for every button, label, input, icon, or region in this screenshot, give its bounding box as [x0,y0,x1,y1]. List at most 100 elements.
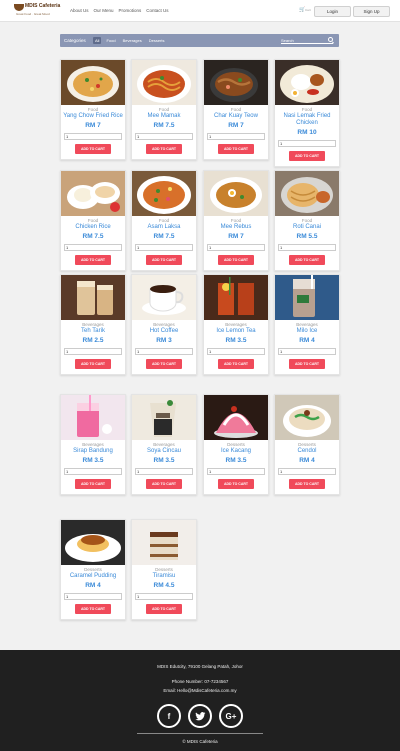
tab-beverages[interactable]: Beverages [121,37,144,44]
quantity-input[interactable] [64,348,122,355]
product-category: Desserts [227,442,245,447]
add-to-cart-button[interactable]: ADD TO CART [146,604,182,614]
quantity-input[interactable] [135,468,193,475]
add-to-cart-button[interactable]: ADD TO CART [146,479,182,489]
footer-email[interactable]: Email: Hello@MdisCafeteria.com.my [0,688,400,693]
product-image[interactable] [61,60,125,105]
quantity-input[interactable] [64,593,122,600]
product-name[interactable]: Sirap Bandung [61,448,125,455]
product-name[interactable]: Ice Lemon Tea [204,328,268,335]
product-image[interactable] [204,171,268,216]
search-icon[interactable] [328,37,333,42]
product-image[interactable] [275,395,339,440]
add-to-cart-button[interactable]: ADD TO CART [75,604,111,614]
product-name[interactable]: Yang Chow Fried Rice [61,113,125,120]
product-name[interactable]: Chicken Rice [61,224,125,231]
nav-promotions[interactable]: Promotions [119,8,142,13]
quantity-input[interactable] [135,593,193,600]
quantity-input[interactable] [207,348,265,355]
quantity-input[interactable] [278,468,336,475]
quantity-input[interactable] [207,133,265,140]
quantity-input[interactable] [64,133,122,140]
cart-label[interactable]: Cart [305,8,311,12]
product-card: BeveragesIce Lemon Tea RM 3.5 ADD TO CART [203,274,269,375]
add-to-cart-button[interactable]: ADD TO CART [218,479,254,489]
tab-desserts[interactable]: Desserts [147,37,167,44]
add-to-cart-button[interactable]: ADD TO CART [289,359,325,369]
product-image[interactable] [204,275,268,320]
product-image[interactable] [132,395,196,440]
product-image[interactable] [132,520,196,565]
twitter-icon[interactable] [188,704,212,728]
product-price: RM 7 [85,122,101,129]
add-to-cart-button[interactable]: ADD TO CART [289,255,325,265]
nav-contact-us[interactable]: Contact Us [146,8,168,13]
product-image[interactable] [61,171,125,216]
search-input[interactable] [281,37,333,44]
add-to-cart-button[interactable]: ADD TO CART [75,255,111,265]
add-to-cart-button[interactable]: ADD TO CART [75,359,111,369]
product-name[interactable]: Caramel Pudding [61,573,125,580]
product-image[interactable] [132,171,196,216]
logo[interactable]: MDIS Cafeteria Great Food · Great Mood [14,3,60,20]
product-price: RM 4.5 [153,582,175,589]
product-image[interactable] [275,171,339,216]
tab-all[interactable]: All [93,37,102,44]
quantity-input[interactable] [64,468,122,475]
add-to-cart-button[interactable]: ADD TO CART [218,255,254,265]
quantity-input[interactable] [207,468,265,475]
product-name[interactable]: Tiramisu [132,573,196,580]
product-name[interactable]: Nasi Lemak Fried Chicken [275,113,339,127]
product-image[interactable] [275,60,339,105]
product-name[interactable]: Soya Cincau [132,448,196,455]
login-button[interactable]: Login [314,6,351,17]
add-to-cart-button[interactable]: ADD TO CART [289,151,325,161]
product-image[interactable] [275,275,339,320]
quantity-input[interactable] [278,244,336,251]
tiramisu-image [132,520,196,565]
signup-button[interactable]: Sign Up [353,6,390,17]
add-to-cart-button[interactable]: ADD TO CART [146,144,182,154]
add-to-cart-button[interactable]: ADD TO CART [218,144,254,154]
add-to-cart-button[interactable]: ADD TO CART [289,479,325,489]
product-name[interactable]: Asam Laksa [132,224,196,231]
quantity-input[interactable] [207,244,265,251]
product-image[interactable] [132,275,196,320]
product-category: Food [301,107,313,112]
product-image[interactable] [132,60,196,105]
quantity-input[interactable] [135,133,193,140]
product-image[interactable] [61,395,125,440]
quantity-input[interactable] [278,140,336,147]
product-name[interactable]: Teh Tarik [61,328,125,335]
product-name[interactable]: Cendol [275,448,339,455]
product-name[interactable]: Mee Mamak [132,113,196,120]
add-to-cart-button[interactable]: ADD TO CART [218,359,254,369]
product-name[interactable]: Hot Coffee [132,328,196,335]
product-name[interactable]: Char Kuay Teow [204,113,268,120]
quantity-input[interactable] [64,244,122,251]
nav-about-us[interactable]: About Us [70,8,89,13]
product-image[interactable] [61,520,125,565]
product-image[interactable] [204,60,268,105]
product-name[interactable]: Ice Kacang [204,448,268,455]
add-to-cart-button[interactable]: ADD TO CART [146,359,182,369]
nav-our-menu[interactable]: Our Menu [94,8,114,13]
facebook-icon[interactable]: f [157,704,181,728]
tab-food[interactable]: Food [104,37,117,44]
google-plus-icon[interactable]: G+ [219,704,243,728]
product-card: FoodNasi Lemak Fried Chicken RM 10 ADD TO … [274,59,340,167]
add-to-cart-button[interactable]: ADD TO CART [75,479,111,489]
add-to-cart-button[interactable]: ADD TO CART [146,255,182,265]
product-image[interactable] [61,275,125,320]
product-price: RM 7 [228,233,244,240]
product-card: FoodMee Rebus RM 7 ADD TO CART [203,170,269,271]
add-to-cart-button[interactable]: ADD TO CART [75,144,111,154]
product-name[interactable]: Milo Ice [275,328,339,335]
quantity-input[interactable] [135,348,193,355]
product-category: Desserts [298,442,316,447]
quantity-input[interactable] [135,244,193,251]
product-image[interactable] [204,395,268,440]
product-name[interactable]: Roti Canai [275,224,339,231]
quantity-input[interactable] [278,348,336,355]
product-name[interactable]: Mee Rebus [204,224,268,231]
